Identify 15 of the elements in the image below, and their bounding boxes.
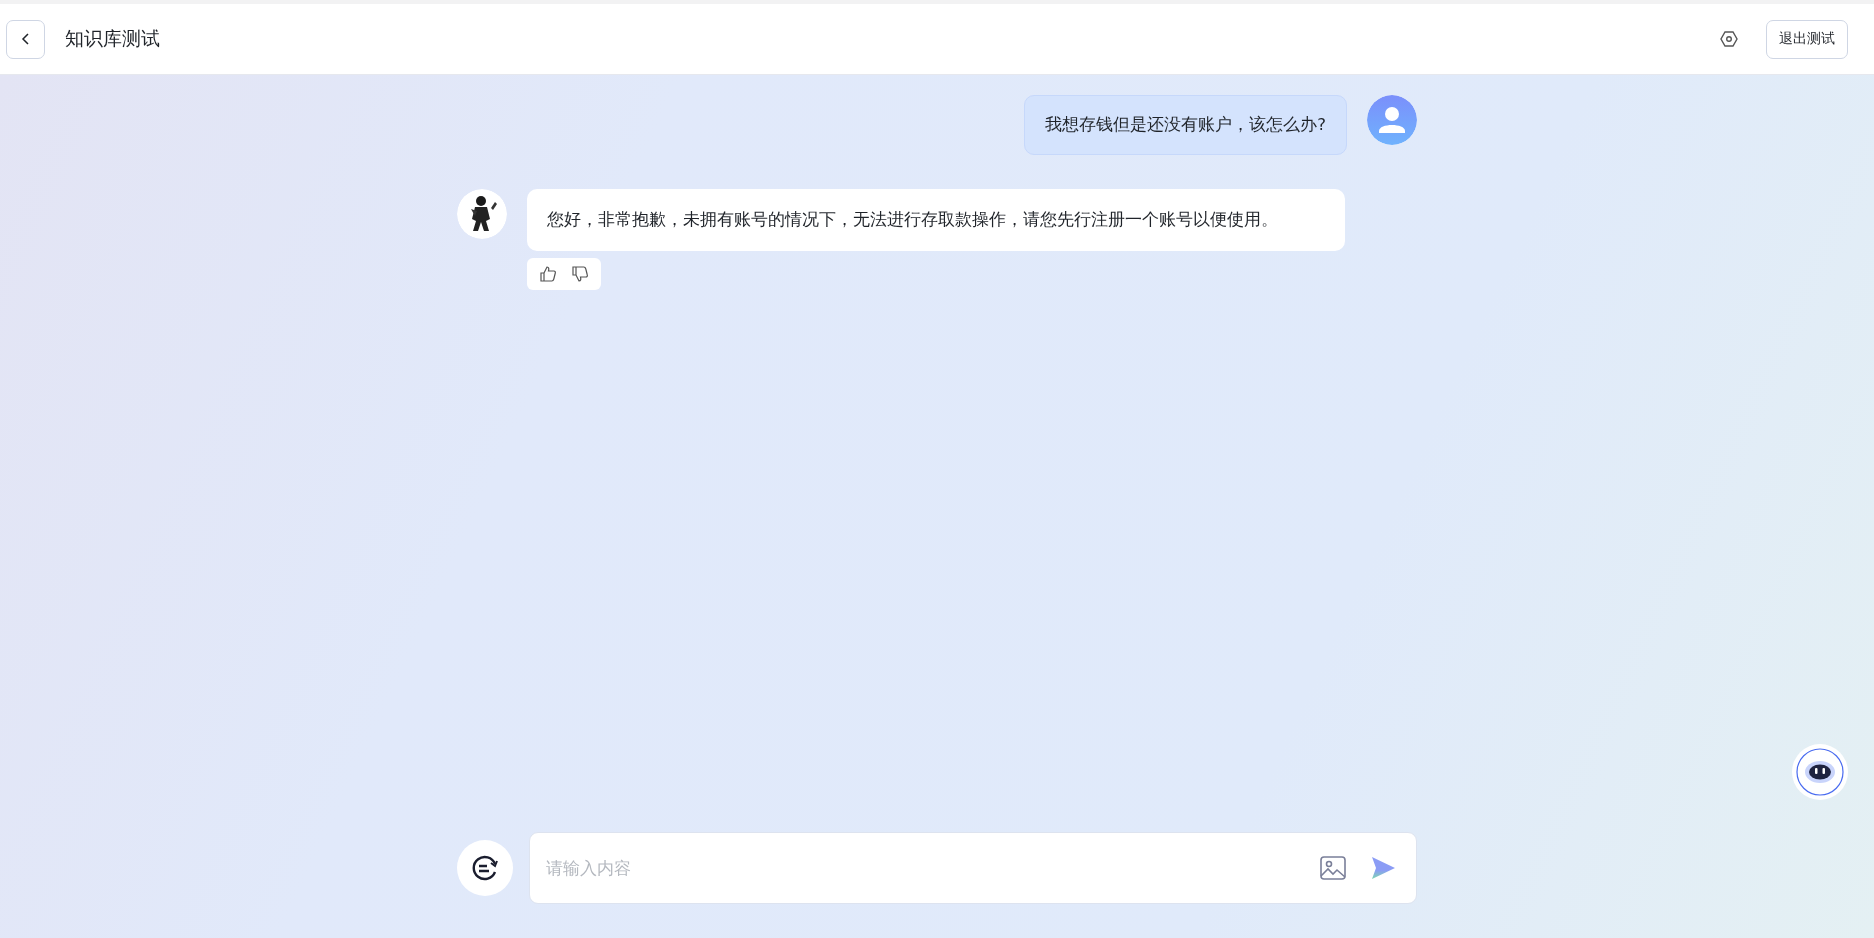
thumbs-down-icon[interactable] <box>571 265 589 283</box>
refresh-icon <box>470 853 500 883</box>
send-icon[interactable] <box>1370 856 1396 880</box>
page-title: 知识库测试 <box>65 26 160 51</box>
assistant-message: 您好，非常抱歉，未拥有账号的情况下，无法进行存取款操作，请您先行注册一个账号以便使用。 <box>527 189 1345 251</box>
user-message: 我想存钱但是还没有账户，该怎么办? <box>1024 95 1347 155</box>
new-chat-button[interactable] <box>457 840 513 896</box>
assistant-bot-button[interactable] <box>1792 744 1848 800</box>
user-avatar-icon <box>1367 95 1417 145</box>
thumbs-up-icon[interactable] <box>539 265 557 283</box>
message-input[interactable]: 请输入内容 <box>544 857 1296 879</box>
message-field[interactable]: 请输入内容 <box>529 832 1417 904</box>
exit-test-button[interactable]: 退出测试 <box>1766 19 1848 59</box>
image-icon[interactable] <box>1320 856 1346 880</box>
settings-icon[interactable] <box>1720 30 1738 48</box>
